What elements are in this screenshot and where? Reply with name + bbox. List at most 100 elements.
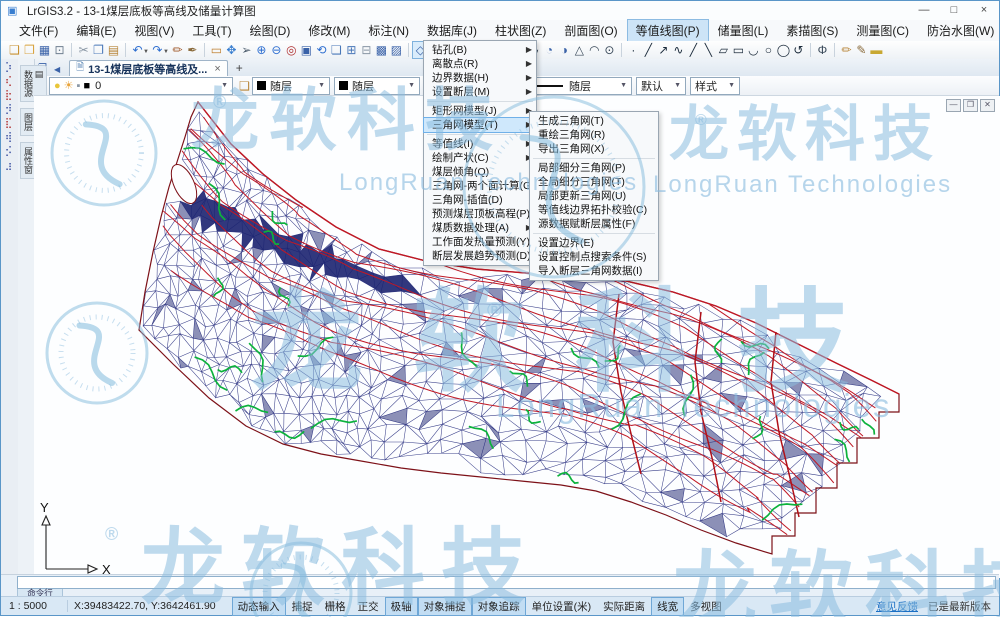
mdi-minimize-button[interactable]: —: [946, 99, 961, 112]
save-file-icon[interactable]: ▦: [37, 42, 52, 58]
menu-item-4[interactable]: 绘图(D): [242, 20, 299, 41]
menu-item-14[interactable]: 防治水图(W): [919, 20, 1000, 41]
menu-item-3[interactable]: 工具(T): [184, 20, 239, 41]
dropdown-arrow-icon[interactable]: ▼: [163, 49, 169, 55]
close-button[interactable]: ×: [969, 1, 999, 20]
mesh-edge-split-icon[interactable]: ⢾: [1, 132, 16, 143]
layer-combo[interactable]: ● ☀ ▪ ■ 0 ▼: [49, 77, 233, 95]
contour-menu-item-3[interactable]: 设置断层(M)▶: [424, 85, 536, 99]
triangulation-menu-item-2[interactable]: 导出三角网(X): [530, 142, 658, 156]
triangulation-menu-item-7[interactable]: 等值线边界拓扑校验(C): [530, 203, 658, 217]
new-tab-button[interactable]: +: [236, 61, 243, 75]
new-file-icon[interactable]: ❑: [7, 42, 22, 58]
paste-icon[interactable]: ▤: [106, 42, 121, 58]
mesh-shrink-icon[interactable]: ⡪: [1, 146, 16, 157]
contour-menu-item-6[interactable]: 三角网模型(T)▶: [424, 118, 536, 132]
triangulation-menu-item-5[interactable]: 全局细分三角网(T): [530, 175, 658, 189]
dropdown-arrow-icon[interactable]: ▼: [143, 49, 149, 55]
layer-states-icon[interactable]: ⊟: [359, 42, 374, 58]
triangulation-menu-item-0[interactable]: 生成三角网(T): [530, 114, 658, 128]
menu-item-0[interactable]: 文件(F): [11, 20, 66, 41]
draw-triangle-icon[interactable]: △: [572, 42, 587, 58]
status-toggle-7[interactable]: 单位设置(米): [527, 598, 597, 615]
draw-arrow-icon[interactable]: ↗: [656, 42, 671, 58]
status-toggle-8[interactable]: 实际距离: [598, 598, 650, 615]
area-circle2-icon[interactable]: ◑: [557, 42, 572, 58]
status-toggle-5[interactable]: 对象捕捉: [419, 598, 471, 615]
draw-arc-icon[interactable]: ◡: [746, 42, 761, 58]
default-combo[interactable]: 默认 ▼: [636, 77, 686, 95]
feedback-link[interactable]: 意见反馈: [876, 599, 918, 614]
zoom-window-icon[interactable]: ▣: [299, 42, 314, 58]
mesh-node-merge-icon[interactable]: ⡺: [1, 104, 16, 115]
pen-icon[interactable]: ✎: [854, 42, 869, 58]
tab-back-arrow-icon[interactable]: ◀: [54, 65, 60, 74]
sweep-brush-icon[interactable]: ✒: [185, 42, 200, 58]
minimize-button[interactable]: —: [909, 1, 939, 20]
chevron-down-icon[interactable]: ▼: [316, 82, 327, 89]
line-width-icon[interactable]: ▬: [869, 42, 884, 58]
draw-point-icon[interactable]: ·: [626, 42, 641, 58]
zoom-extents-icon[interactable]: ◎: [284, 42, 299, 58]
draw-circle-dot-icon[interactable]: ⊙: [602, 42, 617, 58]
draw-spline-icon[interactable]: ∿: [671, 42, 686, 58]
chevron-down-icon[interactable]: ▼: [406, 82, 417, 89]
pan-icon[interactable]: ✥: [224, 42, 239, 58]
status-toggle-6[interactable]: 对象追踪: [473, 598, 525, 615]
status-toggle-9[interactable]: 线宽: [652, 598, 683, 615]
triangulation-menu-item-10[interactable]: 设置边界(E): [530, 236, 658, 250]
new-layer-icon[interactable]: ❏: [329, 42, 344, 58]
apply-layer-icon[interactable]: ❏: [237, 78, 252, 94]
copy-icon[interactable]: ❐: [91, 42, 106, 58]
layer-manager-icon[interactable]: ⊞: [344, 42, 359, 58]
status-toggle-3[interactable]: 正交: [353, 598, 384, 615]
draw-circle-icon[interactable]: ○: [761, 42, 776, 58]
mesh-node-delete-icon[interactable]: ⣗: [1, 90, 16, 101]
select-pointer-icon[interactable]: ➢: [239, 42, 254, 58]
layer-freeze-icon[interactable]: ▨: [389, 42, 404, 58]
pencil-icon[interactable]: ✏: [839, 42, 854, 58]
tab-close-icon[interactable]: ×: [214, 63, 220, 75]
triangulation-menu-item-8[interactable]: 源数据赋断层属性(F): [530, 217, 658, 231]
select-rect-icon[interactable]: ▭: [209, 42, 224, 58]
layer-walk-icon[interactable]: ▩: [374, 42, 389, 58]
color-combo-2[interactable]: 随层 ▼: [334, 77, 420, 95]
triangulation-menu-item-11[interactable]: 设置控制点搜索条件(S): [530, 250, 658, 264]
draw-revcloud-icon[interactable]: ↺: [791, 42, 806, 58]
tab-document[interactable]: 🗎 13-1煤层底板等高线及... ×: [69, 60, 228, 76]
zoom-in-icon[interactable]: ⊕: [254, 42, 269, 58]
previous-view-icon[interactable]: ⟲: [314, 42, 329, 58]
contour-menu-item-12[interactable]: 三角网-插值(D): [424, 193, 536, 207]
status-toggle-1[interactable]: 捕捉: [287, 598, 318, 615]
contour-menu-item-14[interactable]: 煤质数据处理(A)▶: [424, 221, 536, 235]
contour-menu-item-13[interactable]: 预测煤层顶板高程(P): [424, 207, 536, 221]
open-file-icon[interactable]: ❒: [22, 42, 37, 58]
menu-item-11[interactable]: 储量图(L): [710, 20, 777, 41]
phi-tool-icon[interactable]: Φ: [815, 42, 830, 58]
chevron-down-icon[interactable]: ▼: [672, 82, 683, 89]
triangulation-menu-item-4[interactable]: 局部细分三角网(P): [530, 161, 658, 175]
zoom-out-icon[interactable]: ⊖: [269, 42, 284, 58]
triangulation-menu-item-12[interactable]: 导入断层三角网数据(I): [530, 264, 658, 278]
style-combo[interactable]: 样式 ▼: [690, 77, 740, 95]
mdi-close-button[interactable]: ✕: [980, 99, 995, 112]
menu-item-6[interactable]: 标注(N): [360, 20, 417, 41]
contour-menu-item-2[interactable]: 边界数据(H)▶: [424, 71, 536, 85]
color-combo-1[interactable]: 随层 ▼: [252, 77, 330, 95]
draw-ellipse-icon[interactable]: ◯: [776, 42, 791, 58]
mesh-expand-icon[interactable]: ⣰: [1, 160, 16, 171]
draw-arc-seg-icon[interactable]: ◠: [587, 42, 602, 58]
menu-item-8[interactable]: 柱状图(Z): [487, 20, 554, 41]
contour-menu-item-10[interactable]: 煤层倾角(Q): [424, 165, 536, 179]
contour-menu-item-1[interactable]: 离散点(R)▶: [424, 57, 536, 71]
contour-menu-item-11[interactable]: 三角网-两个面计算(G): [424, 179, 536, 193]
mesh-edge-swap-icon[interactable]: ⣏: [1, 118, 16, 129]
menu-item-9[interactable]: 剖面图(O): [556, 20, 625, 41]
format-brush-icon[interactable]: ✏: [170, 42, 185, 58]
menu-item-5[interactable]: 修改(M): [300, 20, 358, 41]
cut-icon[interactable]: ✂: [76, 42, 91, 58]
draw-rect-icon[interactable]: ▭: [731, 42, 746, 58]
area-circle-icon[interactable]: ◔: [542, 42, 557, 58]
contour-menu-item-15[interactable]: 工作面发热量预测(Y)▶: [424, 235, 536, 249]
menu-item-7[interactable]: 数据库(J): [419, 20, 485, 41]
